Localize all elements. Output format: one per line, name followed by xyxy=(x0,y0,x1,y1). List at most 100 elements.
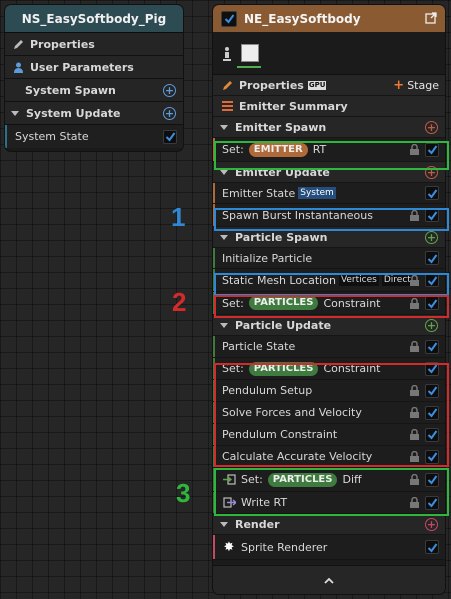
emitter-node[interactable]: NE_EasySoftbody Properties GPU + Stage Em… xyxy=(213,5,445,594)
system-state-label: System State xyxy=(15,130,89,143)
particles-namespace-pill: PARTICLES xyxy=(267,472,338,487)
chevron-up-icon xyxy=(324,577,334,584)
calculate-accurate-velocity-module[interactable]: Calculate Accurate Velocity xyxy=(213,446,445,468)
sprite-renderer-module[interactable]: ✸ Sprite Renderer xyxy=(213,535,445,560)
module-enabled-checkbox[interactable] xyxy=(425,472,439,487)
system-user-parameters-row[interactable]: User Parameters xyxy=(5,56,183,79)
lock-icon xyxy=(410,143,419,155)
thumbnail-selected-underline xyxy=(237,66,261,68)
particle-spawn-header[interactable]: Particle Spawn + xyxy=(213,227,445,248)
add-stage-button[interactable]: + Stage xyxy=(393,78,439,93)
collapse-arrow-icon[interactable] xyxy=(220,124,228,130)
render-header[interactable]: Render + xyxy=(213,514,445,535)
module-enabled-checkbox[interactable] xyxy=(425,427,439,442)
set-emitter-rt-module[interactable]: Set: EMITTER RT xyxy=(213,138,445,162)
emitter-properties-row[interactable]: Properties GPU + Stage xyxy=(213,75,445,96)
module-enabled-checkbox[interactable] xyxy=(425,251,439,265)
set-particles-diff-module[interactable]: Set: PARTICLES Diff xyxy=(213,468,445,492)
module-enabled-checkbox[interactable] xyxy=(425,208,439,222)
pendulum-setup-module[interactable]: Pendulum Setup xyxy=(213,380,445,402)
annotation-number-3: 3 xyxy=(176,478,191,508)
system-spawn-row[interactable]: System Spawn + xyxy=(5,79,183,102)
system-spawn-label: System Spawn xyxy=(25,83,116,97)
system-node-title[interactable]: NS_EasySoftbody_Pig xyxy=(5,5,183,33)
module-enabled-checkbox[interactable] xyxy=(425,142,439,157)
emitter-node-title: NE_EasySoftbody xyxy=(244,11,361,26)
collapse-arrow-icon[interactable] xyxy=(11,110,19,116)
add-renderer-icon[interactable]: + xyxy=(425,517,438,531)
emitter-update-header[interactable]: Emitter Update + xyxy=(213,162,445,183)
module-enabled-checkbox[interactable] xyxy=(425,449,439,464)
lock-icon xyxy=(410,428,419,440)
lock-icon xyxy=(410,209,419,221)
add-emitter-update-module-icon[interactable]: + xyxy=(425,165,438,179)
solve-forces-and-velocity-module[interactable]: Solve Forces and Velocity xyxy=(213,402,445,424)
emitter-properties-label: Properties xyxy=(239,78,304,92)
pencil-icon xyxy=(220,80,234,91)
lock-icon xyxy=(410,473,419,485)
system-update-row[interactable]: System Update + xyxy=(5,102,183,125)
emitter-node-title-bar[interactable]: NE_EasySoftbody xyxy=(213,5,445,32)
add-system-update-module-icon[interactable]: + xyxy=(163,106,176,120)
output-arrow-icon xyxy=(222,497,236,508)
list-icon xyxy=(220,101,234,111)
module-enabled-checkbox[interactable] xyxy=(425,540,439,554)
set-particles-constraint-module[interactable]: Set: PARTICLES Constraint xyxy=(213,292,445,315)
user-icon xyxy=(11,62,25,73)
collapse-arrow-icon[interactable] xyxy=(220,234,228,240)
system-tag: System xyxy=(298,187,336,199)
module-enabled-checkbox[interactable] xyxy=(425,296,439,310)
lock-icon xyxy=(410,450,419,462)
lock-icon xyxy=(410,340,419,352)
module-enabled-checkbox[interactable] xyxy=(425,273,439,287)
lock-icon xyxy=(410,406,419,418)
set-particles-constraint-module-2[interactable]: Set: PARTICLES Constraint xyxy=(213,358,445,380)
module-enabled-checkbox[interactable] xyxy=(425,339,439,354)
module-enabled-checkbox[interactable] xyxy=(425,405,439,420)
system-properties-row[interactable]: Properties xyxy=(5,33,183,56)
system-user-parameters-label: User Parameters xyxy=(30,60,134,74)
collapse-arrow-icon[interactable] xyxy=(220,521,228,527)
particle-update-header[interactable]: Particle Update + xyxy=(213,315,445,336)
add-particle-update-module-icon[interactable]: + xyxy=(425,318,438,332)
system-state-row[interactable]: System State xyxy=(5,125,183,148)
collapse-arrow-icon[interactable] xyxy=(220,169,228,175)
add-particle-spawn-module-icon[interactable]: + xyxy=(425,230,438,244)
lock-icon xyxy=(410,297,419,309)
static-mesh-location-module[interactable]: Static Mesh Location Vertices Direct xyxy=(213,269,445,292)
pendulum-constraint-module[interactable]: Pendulum Constraint xyxy=(213,424,445,446)
collapse-node-button[interactable] xyxy=(213,565,445,594)
emitter-summary-label: Emitter Summary xyxy=(239,99,348,113)
emitter-enabled-checkbox[interactable] xyxy=(221,10,237,27)
write-rt-module[interactable]: Write RT xyxy=(213,492,445,514)
initialize-particle-module[interactable]: Initialize Particle xyxy=(213,248,445,269)
lock-icon xyxy=(410,384,419,396)
direct-tag: Direct xyxy=(381,274,413,286)
collapse-arrow-icon[interactable] xyxy=(220,322,228,328)
spawn-burst-instantaneous-module[interactable]: Spawn Burst Instantaneous xyxy=(213,204,445,227)
lock-icon xyxy=(410,496,419,508)
particles-namespace-pill: PARTICLES xyxy=(248,361,319,376)
module-enabled-checkbox[interactable] xyxy=(425,383,439,398)
sprite-burst-icon: ✸ xyxy=(223,539,235,555)
module-enabled-checkbox[interactable] xyxy=(425,361,439,376)
module-enabled-checkbox[interactable] xyxy=(425,495,439,510)
particle-state-module[interactable]: Particle State xyxy=(213,336,445,358)
vertices-tag: Vertices xyxy=(338,274,379,286)
system-state-checkbox[interactable] xyxy=(163,129,177,144)
annotation-number-1: 1 xyxy=(171,202,186,232)
module-enabled-checkbox[interactable] xyxy=(425,186,439,200)
input-arrow-icon xyxy=(222,474,236,485)
annotation-number-2: 2 xyxy=(172,287,187,317)
add-emitter-spawn-module-icon[interactable]: + xyxy=(425,120,438,134)
emitter-spawn-header[interactable]: Emitter Spawn + xyxy=(213,117,445,138)
system-node[interactable]: NS_EasySoftbody_Pig Properties User Para… xyxy=(5,5,183,151)
emitter-summary-row[interactable]: Emitter Summary xyxy=(213,96,445,117)
open-external-icon[interactable] xyxy=(425,12,437,24)
emitter-state-module[interactable]: Emitter State System xyxy=(213,183,445,204)
lock-icon xyxy=(410,274,419,286)
figure-icon[interactable] xyxy=(222,46,232,62)
add-system-spawn-module-icon[interactable]: + xyxy=(163,83,176,97)
thumbnail-icon[interactable] xyxy=(241,44,259,62)
emitter-namespace-pill: EMITTER xyxy=(248,142,308,157)
